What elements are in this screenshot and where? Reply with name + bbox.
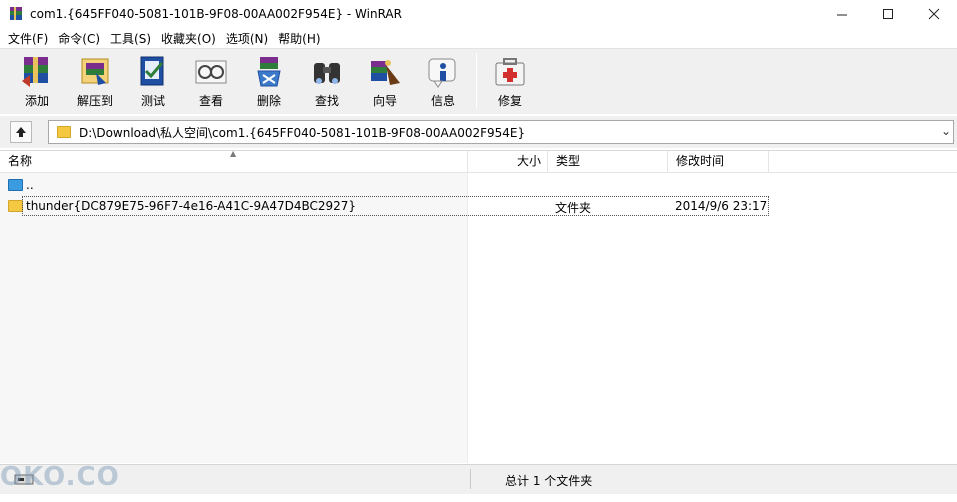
delete-label: 删除 [256,94,281,108]
menu-bar: 文件(F) 命令(C) 工具(S) 收藏夹(O) 选项(N) 帮助(H) [0,28,957,48]
status-divider [470,469,471,489]
window-title: com1.{645FF040-5081-101B-9F08-00AA002F95… [30,7,402,21]
column-header-name-label: 名称 [8,154,33,168]
add-archive-icon [22,57,48,87]
folder-icon [8,200,23,212]
menu-file[interactable]: 文件(F) [4,30,54,47]
column-header-modified[interactable]: 修改时间 [668,151,769,173]
menu-favorites[interactable]: 收藏夹(O) [157,30,222,47]
sort-ascending-icon: ▲ [230,149,237,158]
path-combobox[interactable]: D:\Download\私人空间\com1.{645FF040-5081-101… [48,120,954,144]
menu-commands[interactable]: 命令(C) [54,30,106,47]
extract-to-label: 解压到 [76,94,113,108]
find-icon [314,63,340,84]
test-button[interactable]: 测试 [124,49,182,113]
title-bar[interactable]: com1.{645FF040-5081-101B-9F08-00AA002F95… [0,0,957,28]
view-icon [195,60,227,84]
info-button[interactable]: 信息 [414,49,472,113]
column-header-type-label: 类型 [556,154,581,168]
repair-button[interactable]: 修复 [481,49,539,113]
column-header-type[interactable]: 类型 [548,151,668,173]
file-list[interactable]: 名称 ▲ 大小 类型 修改时间 .. thunder{DC879E75-96F7… [0,149,957,463]
list-row-parent[interactable]: .. [0,175,957,195]
status-bar: 总计 1 个文件夹 [0,464,957,494]
up-arrow-icon [16,127,26,137]
column-header-size[interactable]: 大小 [468,151,548,173]
add-label: 添加 [24,94,49,108]
delete-icon [257,57,281,87]
chevron-down-icon[interactable]: ⌄ [941,124,951,138]
list-row-thunder[interactable]: thunder{DC879E75-96F7-4e16-A41C-9A47D4BC… [0,196,957,216]
path-text: D:\Download\私人空间\com1.{645FF040-5081-101… [79,125,526,140]
menu-options[interactable]: 选项(N) [222,30,274,47]
menu-tools[interactable]: 工具(S) [106,30,157,47]
wizard-icon [371,60,400,85]
extract-to-button[interactable]: 解压到 [66,49,124,113]
close-button[interactable] [911,0,957,28]
status-summary: 总计 1 个文件夹 [505,474,593,488]
list-header: 名称 ▲ 大小 类型 修改时间 [0,149,957,173]
row-modified: 2014/9/6 23:17 [675,199,768,213]
view-label: 查看 [198,94,223,108]
minimize-button[interactable] [819,0,865,28]
up-one-level-button[interactable] [10,121,32,143]
address-bar: D:\Download\私人空间\com1.{645FF040-5081-101… [0,116,957,148]
info-label: 信息 [430,94,455,108]
column-header-modified-label: 修改时间 [676,154,725,168]
info-icon [428,58,456,88]
minimize-icon [837,14,847,16]
delete-button[interactable]: 删除 [240,49,298,113]
extract-to-icon [81,58,109,85]
folder-icon [57,126,71,138]
parent-folder-icon [8,179,23,191]
repair-label: 修复 [497,94,522,108]
find-button[interactable]: 查找 [298,49,356,113]
row-name: thunder{DC879E75-96F7-4e16-A41C-9A47D4BC… [26,199,357,213]
watermark: OKO.CO [0,462,120,492]
wizard-label: 向导 [372,94,397,108]
row-type: 文件夹 [555,201,592,215]
winrar-app-icon [10,7,22,20]
maximize-icon [883,9,893,19]
close-icon [928,8,940,20]
maximize-button[interactable] [865,0,911,28]
view-button[interactable]: 查看 [182,49,240,113]
add-button[interactable]: 添加 [8,49,66,113]
find-label: 查找 [314,94,339,108]
row-name: .. [26,178,34,192]
wizard-button[interactable]: 向导 [356,49,414,113]
menu-help[interactable]: 帮助(H) [274,30,326,47]
name-column-background [0,173,468,463]
toolbar-separator [476,53,477,109]
test-label: 测试 [140,94,165,108]
toolbar: 添加 解压到 测试 查看 删除 查找 向导 信息 修复 [0,48,957,114]
test-icon [140,56,164,86]
column-header-size-label: 大小 [516,154,541,168]
repair-icon [495,58,525,86]
